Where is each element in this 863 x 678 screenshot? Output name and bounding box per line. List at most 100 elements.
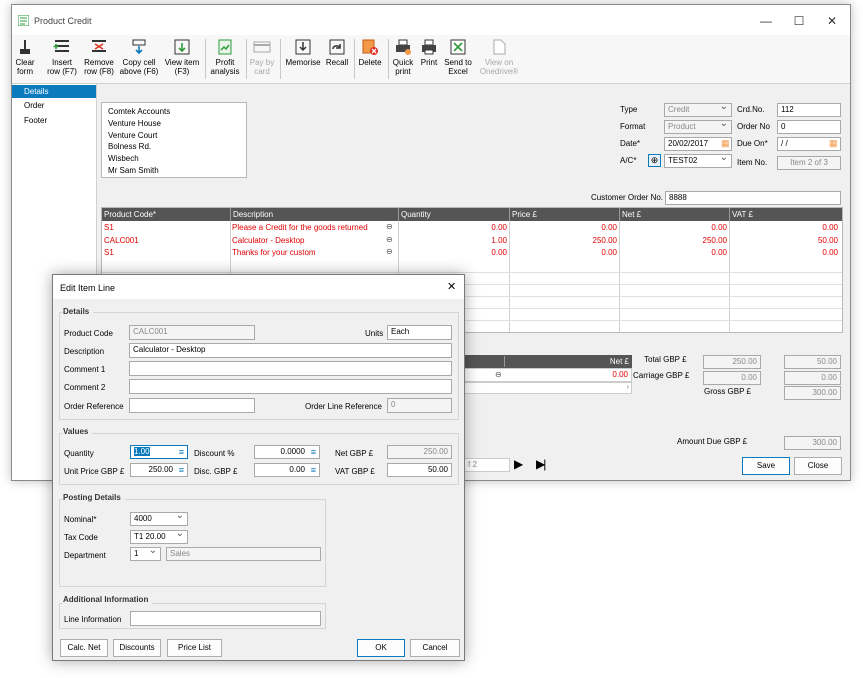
clear-form-button[interactable]: Clear form [12,35,38,83]
col-quantity[interactable]: Quantity [398,208,509,221]
close-button[interactable]: Close [794,457,842,475]
profit-analysis-icon [218,39,232,55]
date-label: Date* [620,139,641,148]
nav-item-footer[interactable]: Footer [12,114,96,127]
col-vat[interactable]: VAT £ [729,208,842,221]
disc-gbp-field[interactable]: 0.00 [254,463,320,477]
remove-row-icon [92,40,106,52]
line-information-field[interactable] [130,611,321,626]
ribbon-separator [354,39,355,79]
close-window-button[interactable]: ✕ [824,13,840,29]
save-button[interactable]: Save [742,457,790,475]
account-select[interactable]: TEST02 [664,154,732,168]
insert-row-button[interactable]: Insert row (F7) [44,35,80,83]
department-select[interactable]: 1 [130,547,161,561]
excel-icon [450,39,466,55]
tax-code-select[interactable]: T1 20.00 [130,530,188,544]
description-field[interactable]: Calculator - Desktop [129,343,452,358]
comment2-field[interactable] [129,379,452,394]
net-field: 250.00 [387,445,452,459]
credit-number-field[interactable]: 112 [777,103,841,117]
line-information-label: Line Information [64,615,122,624]
comment2-label: Comment 2 [64,383,106,392]
units-field[interactable]: Each [387,325,452,340]
ribbon-separator [246,39,247,79]
dialog-close-icon[interactable]: ✕ [447,280,456,293]
pay-by-card-button[interactable]: Pay by card [248,35,276,83]
copy-cell-above-button[interactable]: Copy cell above (F6) [118,35,160,83]
row-detail-icon[interactable]: ⊖ [386,235,393,244]
nav-item-details[interactable]: Details [12,85,96,98]
discounts-button[interactable]: Discounts [113,639,161,657]
send-to-excel-button[interactable]: Send to Excel [443,35,473,83]
col-product-code[interactable]: Product Code* [102,208,230,221]
profit-analysis-button[interactable]: Profit analysis [208,35,242,83]
nominal-select[interactable]: 4000 [130,512,188,526]
calendar-icon[interactable]: ▦ [829,138,838,149]
order-line-reference-label: Order Line Reference [305,402,382,411]
recall-button[interactable]: Recall [323,35,351,83]
quick-print-button[interactable]: Quick print [391,35,415,83]
vat-field[interactable]: 50.00 [387,463,452,477]
memorise-icon [295,39,311,55]
next-record-button[interactable]: ▶ [514,457,523,471]
unit-price-field[interactable]: 250.00 [130,463,188,477]
tax-code-label: Tax Code [64,533,98,542]
scroll-right-icon[interactable]: › [626,382,629,391]
calc-net-button[interactable]: Calc. Net [60,639,108,657]
order-reference-label: Order Reference [64,402,124,411]
customer-address-box[interactable]: Comtek Accounts Venture House Venture Co… [101,102,247,178]
recall-icon [329,39,345,55]
credit-card-icon [253,41,271,53]
customer-order-field[interactable]: 8888 [665,191,841,205]
discount-percent-field[interactable]: 0.0000 [254,445,320,459]
col-net[interactable]: Net £ [619,208,729,221]
calendar-icon[interactable]: ▦ [721,138,730,149]
values-header: Values [63,427,93,436]
table-row[interactable]: S1 Please a Credit for the goods returne… [102,222,842,235]
horizontal-scrollbar[interactable]: › [464,382,632,394]
ok-button[interactable]: OK [357,639,405,657]
print-button[interactable]: Print [417,35,441,83]
quantity-label: Quantity [64,449,94,458]
nav-item-order[interactable]: Order [12,99,96,112]
unit-price-label: Unit Price GBP £ [64,467,125,476]
col-price[interactable]: Price £ [509,208,619,221]
cancel-button[interactable]: Cancel [410,639,460,657]
product-code-field: CALC001 [129,325,255,340]
row-detail-icon[interactable]: ⊖ [386,247,393,256]
format-select[interactable]: Product [664,120,732,134]
order-reference-field[interactable] [129,398,255,413]
row-detail-icon[interactable]: ⊖ [386,222,393,231]
type-select[interactable]: Credit [664,103,732,117]
maximize-button[interactable]: ☐ [791,13,807,29]
table-row[interactable]: S1 Thanks for your custom ⊖ 0.00 0.00 0.… [102,247,842,260]
minimize-button[interactable]: — [758,13,774,29]
view-item-icon [174,39,190,55]
order-line-reference-field[interactable]: 0 [387,398,452,413]
col-description[interactable]: Description [230,208,398,221]
carriage-net-field[interactable]: 0.00 [703,371,761,385]
order-number-field[interactable]: 0 [777,120,841,134]
remove-row-button[interactable]: Remove row (F8) [82,35,116,83]
carriage-vat-field[interactable]: 0.00 [784,371,841,385]
dialog-title-bar: Edit Item Line ✕ [53,275,464,299]
net-label: Net GBP £ [335,449,374,458]
quantity-field[interactable]: 1.00 [130,445,188,459]
footer-grid-row[interactable]: ⊖ 0.00 [464,368,632,382]
comment1-label: Comment 1 [64,365,106,374]
last-record-button[interactable]: ▶| [536,457,546,471]
view-item-button[interactable]: View item (F3) [162,35,202,83]
footer-grid-header: Net £ [464,355,632,368]
price-list-button[interactable]: Price List [167,639,222,657]
total-net-field: 250.00 [703,355,761,369]
printer-icon [422,39,436,55]
crdno-label: Crd.No. [737,105,765,114]
comment1-field[interactable] [129,361,452,376]
account-lookup-icon[interactable]: ⊕ [648,154,661,167]
delete-button[interactable]: Delete [356,35,384,83]
row-detail-icon[interactable]: ⊖ [495,370,502,379]
view-on-onedrive-button[interactable]: View on Onedrive® [477,35,521,83]
memorise-button[interactable]: Memorise [284,35,322,83]
table-row[interactable]: CALC001 Calculator - Desktop ⊖ 1.00 250.… [102,235,842,248]
